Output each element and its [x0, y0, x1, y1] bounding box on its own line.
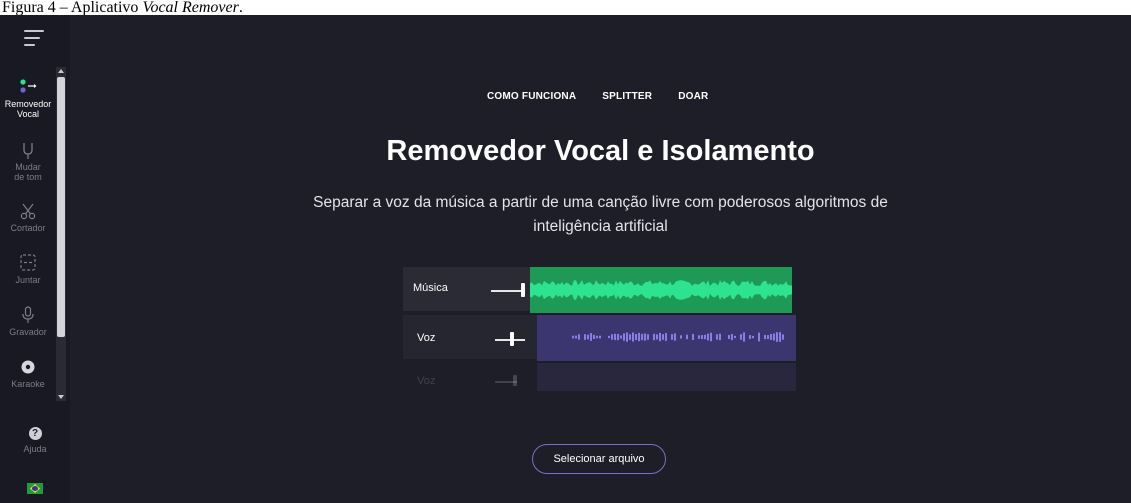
reflection-fader-knob	[513, 375, 517, 386]
scroll-down-arrow-icon[interactable]	[58, 395, 64, 399]
tuning-fork-icon	[23, 143, 33, 159]
top-navigation: COMO FUNCIONA SPLITTER DOAR	[487, 91, 708, 102]
music-waveform	[530, 280, 792, 300]
nav-how-it-works[interactable]: COMO FUNCIONA	[487, 91, 576, 102]
hamburger-menu-icon[interactable]	[24, 30, 46, 48]
scroll-up-arrow-icon[interactable]	[58, 69, 64, 73]
music-fader-track	[491, 290, 523, 292]
sidebar-item-vocal-remover[interactable]: Removedor Vocal	[0, 77, 56, 119]
sidebar-item-pitch-changer[interactable]: Mudar de tom	[0, 140, 56, 182]
brazil-flag-icon[interactable]	[27, 483, 43, 494]
sidebar: Removedor Vocal Mudar de tom Cortador Ju…	[0, 15, 70, 503]
music-track-label: Música	[413, 282, 448, 294]
help-icon: ?	[28, 427, 42, 440]
app-window: Removedor Vocal Mudar de tom Cortador Ju…	[0, 15, 1131, 503]
voice-track-reflection-label: Voz	[417, 375, 436, 387]
sidebar-item-karaoke[interactable]: Karaoke	[0, 357, 56, 389]
sidebar-item-cutter[interactable]: Cortador	[0, 201, 56, 233]
help-label: Ajuda	[23, 444, 47, 454]
page-title: Removedor Vocal e Isolamento	[386, 135, 815, 167]
sidebar-item-recorder[interactable]: Gravador	[0, 305, 56, 337]
nav-donate[interactable]: DOAR	[678, 91, 708, 102]
mixer-illustration: Música Voz Voz	[403, 267, 797, 392]
microphone-icon	[22, 306, 34, 323]
sidebar-scrollbar[interactable]	[56, 67, 66, 401]
scrollbar-thumb[interactable]	[57, 77, 65, 337]
join-icon	[20, 254, 36, 271]
disc-icon	[21, 360, 35, 374]
caption-app-name: Vocal Remover	[142, 0, 239, 16]
waveform-reflection	[537, 363, 796, 391]
voice-waveform	[572, 332, 784, 342]
help-link[interactable]: ? Ajuda	[0, 427, 70, 454]
scissors-icon	[20, 203, 36, 220]
remover-dots-icon	[20, 79, 37, 93]
voice-track-label: Voz	[417, 332, 436, 344]
page-subtitle: Separar a voz da música a partir de uma …	[313, 194, 888, 235]
nav-splitter[interactable]: SPLITTER	[602, 91, 652, 102]
sidebar-item-joiner[interactable]: Juntar	[0, 253, 56, 285]
music-fader-knob	[521, 283, 525, 297]
voice-fader-knob	[510, 332, 514, 346]
select-file-button[interactable]: Selecionar arquivo	[532, 444, 666, 474]
